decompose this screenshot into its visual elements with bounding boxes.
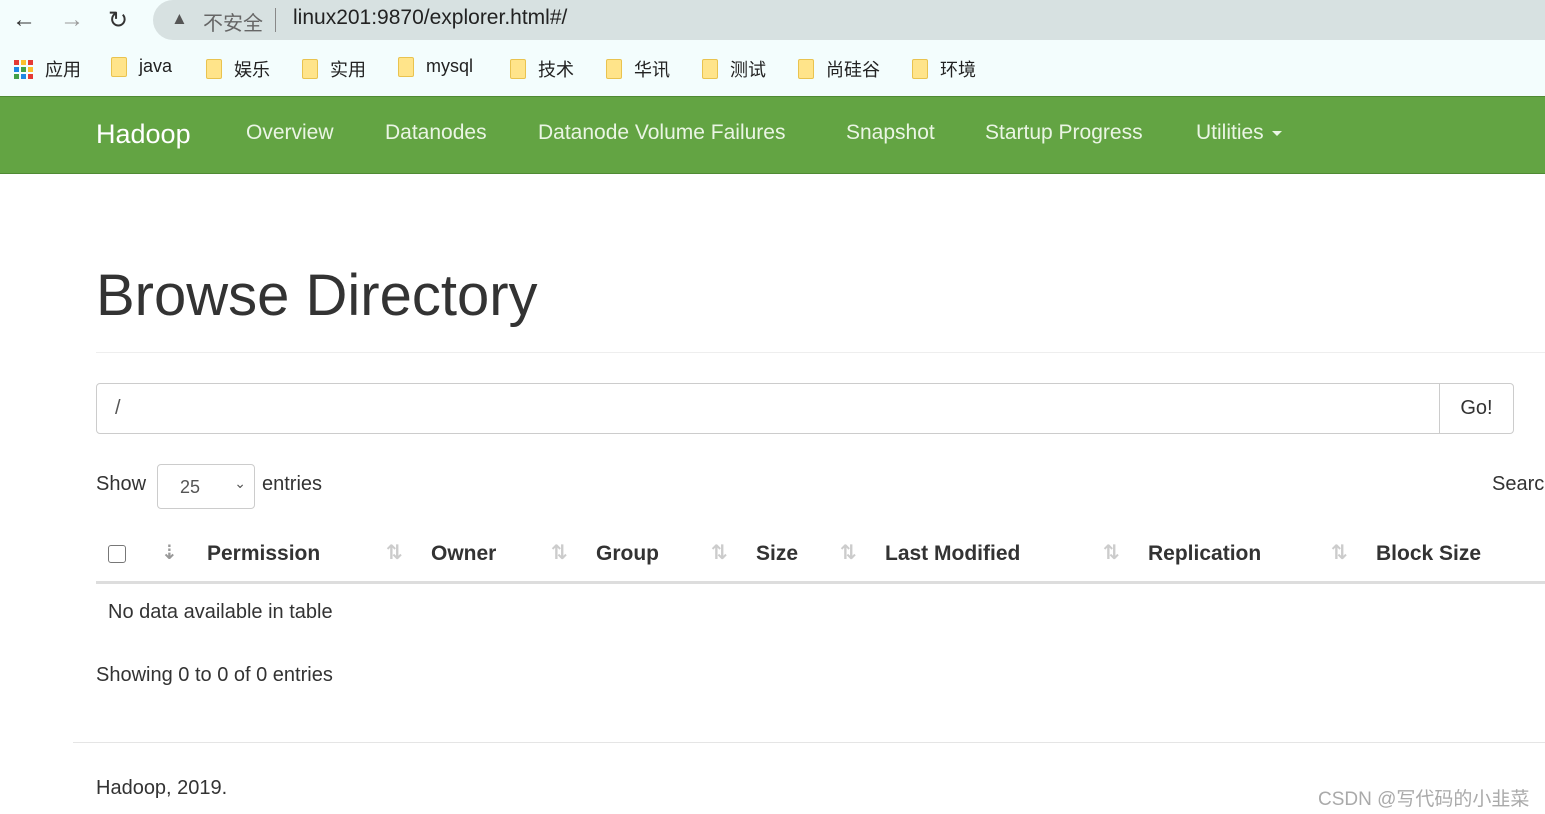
bookmark-label: 华讯 [634,60,670,80]
bookmark-label: mysql [426,56,474,76]
nav-utilities-label: Utilities [1196,121,1264,144]
nav-startup-progress[interactable]: Startup Progress [985,121,1143,145]
bookmark-label: java [139,56,173,76]
folder-icon [510,59,526,79]
column-header-replication[interactable]: Replication [1148,542,1261,566]
bookmark-yule[interactable]: 娱乐 [206,56,270,82]
nav-overview[interactable]: Overview [246,121,334,145]
column-header-size[interactable]: Size [756,542,798,566]
divider [275,8,276,32]
sort-icon[interactable]: ⇅ [840,540,857,565]
reload-icon[interactable]: ↻ [108,6,128,35]
show-label: Show [96,473,147,495]
folder-icon [606,59,622,79]
sort-icon[interactable]: ⇅ [551,540,568,565]
folder-icon [206,59,222,79]
nav-utilities[interactable]: Utilities [1196,121,1282,145]
watermark: CSDN @写代码的小韭菜 [1318,789,1530,810]
nav-snapshot[interactable]: Snapshot [846,121,935,145]
bookmark-huaxun[interactable]: 华讯 [606,56,670,82]
bookmark-label: 尚硅谷 [826,60,880,80]
path-input[interactable]: / [96,383,1440,434]
bookmark-huanjing[interactable]: 环境 [912,56,976,82]
entries-value: 25 [180,477,201,497]
bookmark-label: 娱乐 [234,60,270,80]
sort-icon[interactable]: ⇅ [1331,540,1348,565]
folder-icon [798,59,814,79]
bookmark-mysql[interactable]: mysql [398,56,473,77]
folder-icon [111,56,127,77]
search-label: Searc [1492,473,1545,495]
bookmark-ceshi[interactable]: 测试 [702,56,766,82]
page-title: Browse Directory [96,263,538,328]
nav-volume-failures[interactable]: Datanode Volume Failures [538,121,785,145]
column-header-block-size[interactable]: Block Size [1376,542,1481,566]
folder-icon [302,59,318,79]
bookmark-label: 测试 [730,60,766,80]
folder-icon [912,59,928,79]
chevron-down-icon: ⌄ [234,475,246,491]
bookmark-label: 技术 [538,60,574,80]
bookmark-jishu[interactable]: 技术 [510,56,574,82]
bookmark-label: 环境 [940,60,976,80]
browser-chrome: ← → ↻ ▲ 不安全 linux201:9870/explorer.html#… [0,0,1545,96]
brand-link[interactable]: Hadoop [96,119,191,150]
bookmark-apps[interactable]: 应用 [14,56,81,82]
bookmark-shangguigu[interactable]: 尚硅谷 [798,56,880,82]
sort-asc-icon[interactable]: ⇣ [161,540,178,565]
bookmark-java[interactable]: java [111,56,172,77]
sort-icon[interactable]: ⇅ [1103,540,1120,565]
divider [73,742,1545,743]
sort-icon[interactable]: ⇅ [386,540,403,565]
folder-icon [702,59,718,79]
entries-label: entries [262,473,323,495]
apps-icon [14,59,33,79]
nav-datanodes[interactable]: Datanodes [385,121,487,145]
entries-select[interactable]: 25 ⌄ [157,464,255,509]
table-header-divider [96,581,1545,584]
go-button[interactable]: Go! [1439,383,1514,434]
column-header-last-modified[interactable]: Last Modified [885,542,1020,566]
select-all-checkbox[interactable] [108,545,126,563]
insecure-label: 不安全 [203,13,263,35]
column-header-owner[interactable]: Owner [431,542,496,566]
column-header-group[interactable]: Group [596,542,659,566]
empty-table-message: No data available in table [108,601,333,623]
address-bar[interactable]: ▲ 不安全 linux201:9870/explorer.html#/ [153,0,1545,40]
folder-icon [398,56,414,77]
bookmark-label: 实用 [330,60,366,80]
warning-icon: ▲ [171,9,188,28]
table-info: Showing 0 to 0 of 0 entries [96,664,333,686]
navbar: Hadoop Overview Datanodes Datanode Volum… [0,96,1545,174]
sort-icon[interactable]: ⇅ [711,540,728,565]
bookmark-label: 应用 [45,60,81,80]
caret-down-icon [1271,130,1282,136]
divider [96,352,1545,353]
url-text[interactable]: linux201:9870/explorer.html#/ [293,6,567,30]
footer-text: Hadoop, 2019. [96,777,228,799]
forward-icon[interactable]: → [60,6,84,34]
column-header-permission[interactable]: Permission [207,542,320,566]
back-icon[interactable]: ← [12,6,36,34]
bookmark-shiyong[interactable]: 实用 [302,56,366,82]
